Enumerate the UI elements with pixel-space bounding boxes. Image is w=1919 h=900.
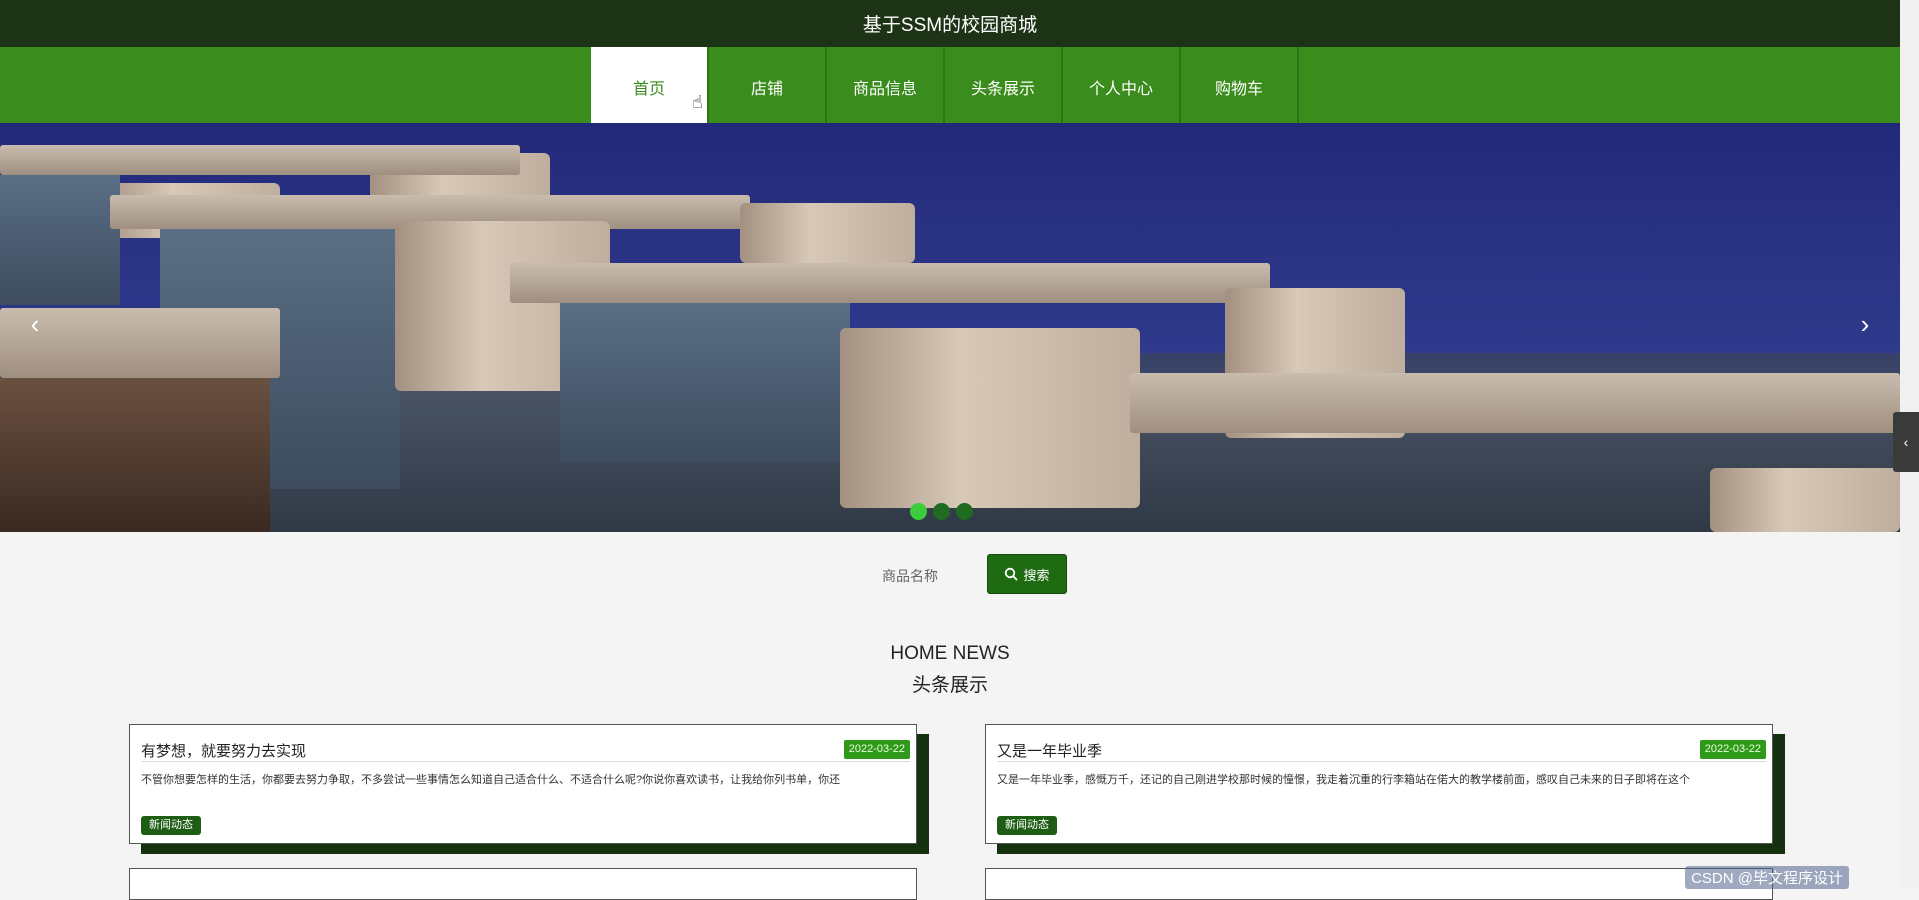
news-card[interactable]	[985, 868, 1773, 900]
search-icon	[1005, 567, 1019, 581]
nav-item-products[interactable]: 商品信息	[827, 47, 945, 123]
carousel-indicators	[910, 503, 973, 520]
search-input[interactable]	[950, 560, 982, 588]
banner-chair	[740, 203, 915, 263]
news-section-title-en: HOME NEWS	[890, 643, 1010, 664]
carousel-dot[interactable]	[910, 503, 927, 520]
news-card[interactable]	[129, 868, 917, 900]
nav-item-profile[interactable]: 个人中心	[1063, 47, 1181, 123]
side-panel-toggle-icon[interactable]: ‹	[1893, 412, 1919, 472]
news-card-excerpt: 不管你想要怎样的生活，你都要去努力争取，不多尝试一些事情怎么知道自己适合什么、不…	[141, 774, 841, 786]
carousel-prev-icon[interactable]: ‹	[20, 309, 50, 339]
news-card-date: 2022-03-22	[1699, 740, 1766, 759]
banner-desk-body	[560, 303, 850, 463]
nav-item-shops[interactable]: 店铺	[709, 47, 827, 123]
banner-desk	[1130, 373, 1900, 433]
carousel-next-icon[interactable]: ›	[1850, 309, 1880, 339]
watermark: CSDN @毕文程序设计	[1685, 866, 1849, 889]
banner-desk	[0, 145, 520, 175]
site-title: 基于SSM的校园商城	[862, 15, 1038, 36]
site-title-bar: 基于SSM的校园商城	[0, 0, 1900, 47]
mouse-cursor-icon: ☝	[692, 92, 703, 112]
news-card-excerpt: 又是一年毕业季，感慨万千，还记的自己刚进学校那时候的憧憬，我走着沉重的行李箱站在…	[997, 774, 1690, 786]
search-button-label: 搜索	[1023, 567, 1050, 583]
hero-carousel[interactable]: ‹ ›	[0, 123, 1900, 532]
news-card-tag[interactable]: 新闻动态	[997, 816, 1057, 835]
news-card-divider	[997, 761, 1766, 762]
carousel-dot[interactable]	[933, 503, 950, 520]
banner-desk-body	[0, 175, 120, 305]
nav-item-news[interactable]: 头条展示	[945, 47, 1063, 123]
news-card-title[interactable]: 有梦想，就要努力去实现	[141, 740, 306, 761]
banner-chair	[1710, 468, 1900, 532]
news-card-divider	[141, 761, 910, 762]
news-card-tag[interactable]: 新闻动态	[141, 816, 201, 835]
main-nav: 首页 店铺 商品信息 头条展示 个人中心 购物车	[0, 47, 1900, 123]
news-card-date: 2022-03-22	[843, 740, 910, 759]
news-card[interactable]: 有梦想，就要努力去实现 2022-03-22 不管你想要怎样的生活，你都要去努力…	[129, 724, 917, 844]
banner-desk-body	[0, 378, 270, 532]
search-label: 商品名称	[882, 568, 938, 584]
news-card-title[interactable]: 又是一年毕业季	[997, 740, 1102, 761]
nav-item-cart[interactable]: 购物车	[1181, 47, 1299, 123]
search-button[interactable]: 搜索	[987, 554, 1067, 594]
carousel-dot[interactable]	[956, 503, 973, 520]
news-section-title-cn: 头条展示	[911, 675, 988, 696]
banner-chair	[840, 328, 1140, 508]
news-card[interactable]: 又是一年毕业季 2022-03-22 又是一年毕业季，感慨万千，还记的自己刚进学…	[985, 724, 1773, 844]
banner-desk	[510, 263, 1270, 303]
